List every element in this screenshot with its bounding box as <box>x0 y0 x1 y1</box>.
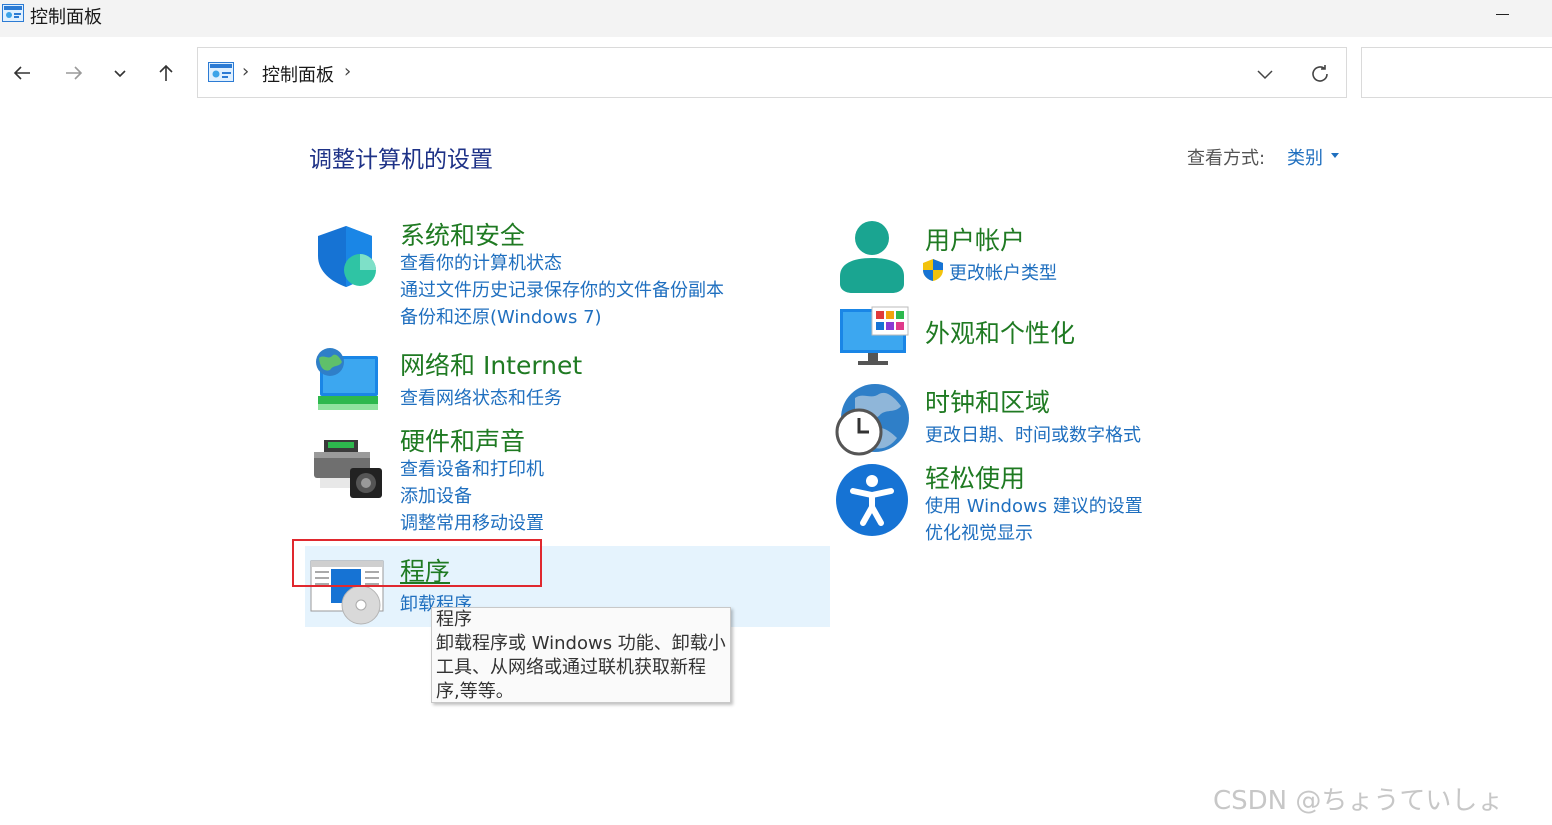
caret-down-icon[interactable] <box>1331 153 1339 158</box>
link-file-history[interactable]: 通过文件历史记录保存你的文件备份副本 <box>400 276 724 302</box>
link-change-date-time[interactable]: 更改日期、时间或数字格式 <box>925 421 1141 447</box>
page-title: 调整计算机的设置 <box>309 147 493 173</box>
view-by-dropdown[interactable]: 类别 <box>1287 144 1323 170</box>
up-button[interactable] <box>151 58 181 88</box>
address-bar[interactable]: › 控制面板 › <box>197 47 1347 98</box>
recent-locations-button[interactable] <box>105 58 135 88</box>
control-panel-icon <box>2 4 24 22</box>
link-network-status[interactable]: 查看网络状态和任务 <box>400 384 562 410</box>
printer-icon[interactable] <box>312 436 384 500</box>
link-view-computer-status[interactable]: 查看你的计算机状态 <box>400 249 562 275</box>
monitor-icon[interactable] <box>838 305 910 369</box>
tooltip-title: 程序 <box>436 609 472 630</box>
chevron-down-icon <box>114 70 126 78</box>
breadcrumb-separator: › <box>242 61 250 82</box>
category-ease-of-access[interactable]: 轻松使用 <box>925 459 1025 495</box>
control-panel-icon <box>208 62 234 82</box>
search-input[interactable] <box>1361 47 1552 98</box>
accessibility-icon[interactable] <box>835 463 909 537</box>
breadcrumb-separator[interactable]: › <box>344 61 351 82</box>
window-title: 控制面板 <box>30 7 102 28</box>
forward-button[interactable] <box>59 58 89 88</box>
network-icon[interactable] <box>310 346 382 416</box>
link-add-device[interactable]: 添加设备 <box>400 482 472 508</box>
link-recommended-settings[interactable]: 使用 Windows 建议的设置 <box>925 492 1143 518</box>
link-backup-restore[interactable]: 备份和还原(Windows 7) <box>400 303 602 329</box>
chevron-down-icon[interactable] <box>1254 63 1276 85</box>
watermark: CSDN @ちょうていしょ <box>1213 786 1504 816</box>
breadcrumb-control-panel[interactable]: 控制面板 <box>262 61 334 87</box>
programs-tooltip: 程序 卸载程序或 Windows 功能、卸载小工具、从网络或通过联机获取新程序,… <box>431 607 731 703</box>
arrow-left-icon <box>13 66 30 80</box>
tooltip-body: 卸载程序或 Windows 功能、卸载小工具、从网络或通过联机获取新程序,等等。 <box>436 633 726 702</box>
category-hardware-sound[interactable]: 硬件和声音 <box>400 422 525 458</box>
category-user-accounts[interactable]: 用户帐户 <box>925 221 1025 257</box>
refresh-icon[interactable] <box>1308 62 1332 86</box>
category-clock-region[interactable]: 时钟和区域 <box>925 383 1050 419</box>
category-system-security[interactable]: 系统和安全 <box>400 216 525 252</box>
category-appearance[interactable]: 外观和个性化 <box>925 314 1075 350</box>
view-by-label: 查看方式: <box>1187 148 1266 169</box>
shield-icon[interactable] <box>312 222 380 290</box>
link-change-account-type[interactable]: 更改帐户类型 <box>949 259 1057 285</box>
link-devices-printers[interactable]: 查看设备和打印机 <box>400 455 544 481</box>
title-bar: 控制面板 <box>0 0 1552 37</box>
link-mobility-settings[interactable]: 调整常用移动设置 <box>400 509 544 535</box>
arrow-up-icon <box>159 64 173 81</box>
back-button[interactable] <box>7 58 37 88</box>
arrow-right-icon <box>66 66 83 80</box>
category-network-internet[interactable]: 网络和 Internet <box>400 346 582 382</box>
annotation-red-box <box>292 539 542 587</box>
link-optimize-visual-display[interactable]: 优化视觉显示 <box>925 519 1033 545</box>
minimize-button[interactable] <box>1494 3 1514 23</box>
clock-globe-icon[interactable] <box>835 382 911 458</box>
user-icon[interactable] <box>838 220 906 294</box>
uac-shield-icon <box>923 259 943 281</box>
